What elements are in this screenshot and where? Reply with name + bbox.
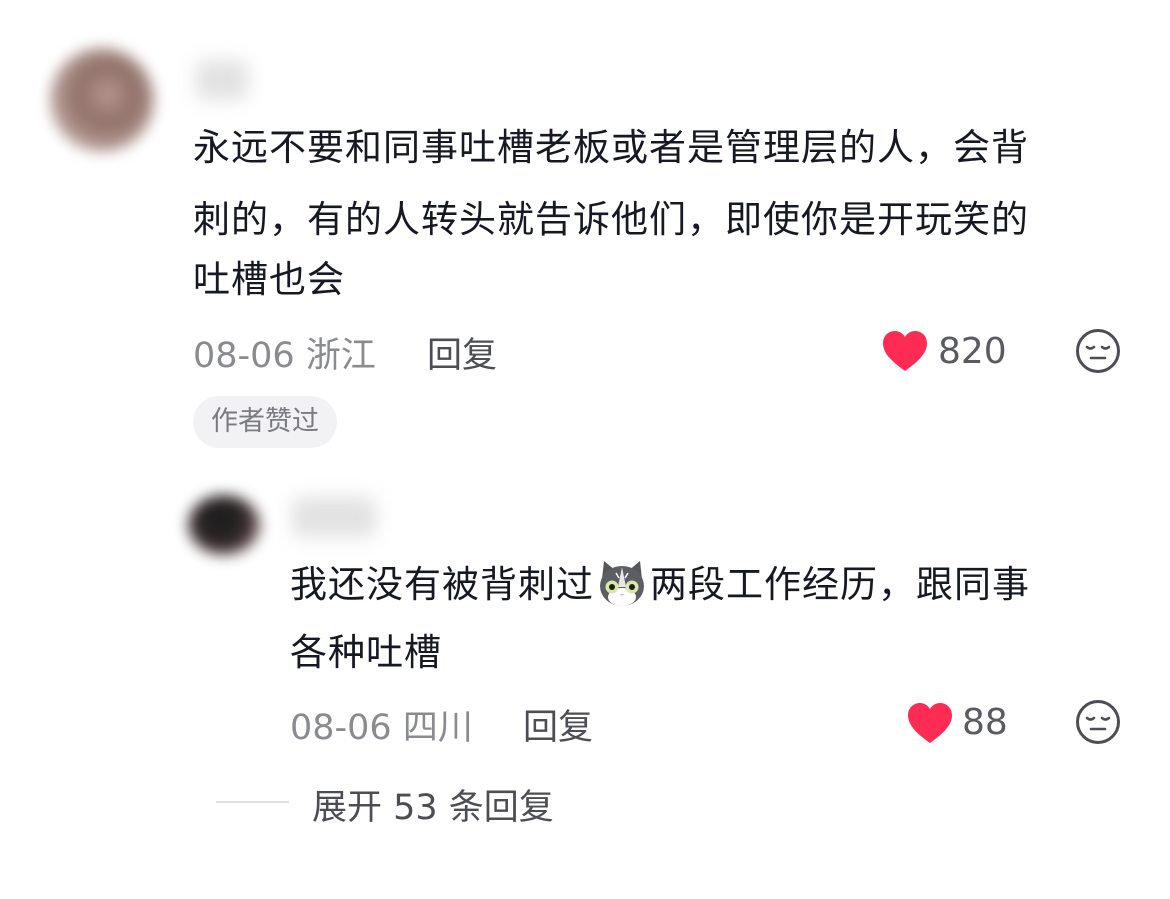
reply-text-after-emoji: 两段工作经历，跟同事 — [650, 563, 1030, 606]
comment-text-line-3: 吐槽也会 — [193, 258, 345, 301]
commenter-avatar[interactable] — [50, 48, 154, 152]
reply-reply-button[interactable]: 回复 — [523, 699, 593, 750]
reply-text-before-emoji: 我还没有被背刺过 — [290, 563, 594, 606]
reply-date: 08-06 — [290, 708, 392, 748]
commenter-name-blurred[interactable] — [196, 60, 248, 100]
reply-like-count: 88 — [962, 702, 1008, 743]
reply-meta: 08-06 四川 — [290, 699, 473, 750]
heart-icon[interactable] — [906, 701, 954, 745]
comment-text-line-1: 永远不要和同事吐槽老板或者是管理层的人，会背 — [193, 126, 1029, 169]
reply-text-line-1: 我还没有被背刺过 两段工作经历，跟同事 — [290, 549, 1030, 621]
expand-divider — [216, 801, 289, 803]
comment-like-count: 820 — [938, 331, 1007, 372]
comment-date: 08-06 — [193, 336, 295, 376]
author-liked-badge: 作者赞过 — [193, 396, 337, 448]
comment-location: 浙江 — [305, 336, 376, 376]
cat-emoji-icon — [600, 560, 644, 606]
comment-meta: 08-06 浙江 — [193, 327, 376, 378]
reply-location: 四川 — [402, 708, 473, 748]
heart-icon[interactable] — [881, 329, 929, 373]
dislike-face-icon[interactable] — [1075, 328, 1121, 374]
replier-avatar[interactable] — [188, 495, 260, 555]
dislike-face-icon[interactable] — [1075, 699, 1121, 745]
reply-text-line-2: 各种吐槽 — [290, 631, 442, 674]
comment-reply-button[interactable]: 回复 — [427, 327, 497, 378]
replier-name-blurred[interactable] — [292, 497, 376, 537]
expand-replies-button[interactable]: 展开 53 条回复 — [312, 779, 554, 830]
